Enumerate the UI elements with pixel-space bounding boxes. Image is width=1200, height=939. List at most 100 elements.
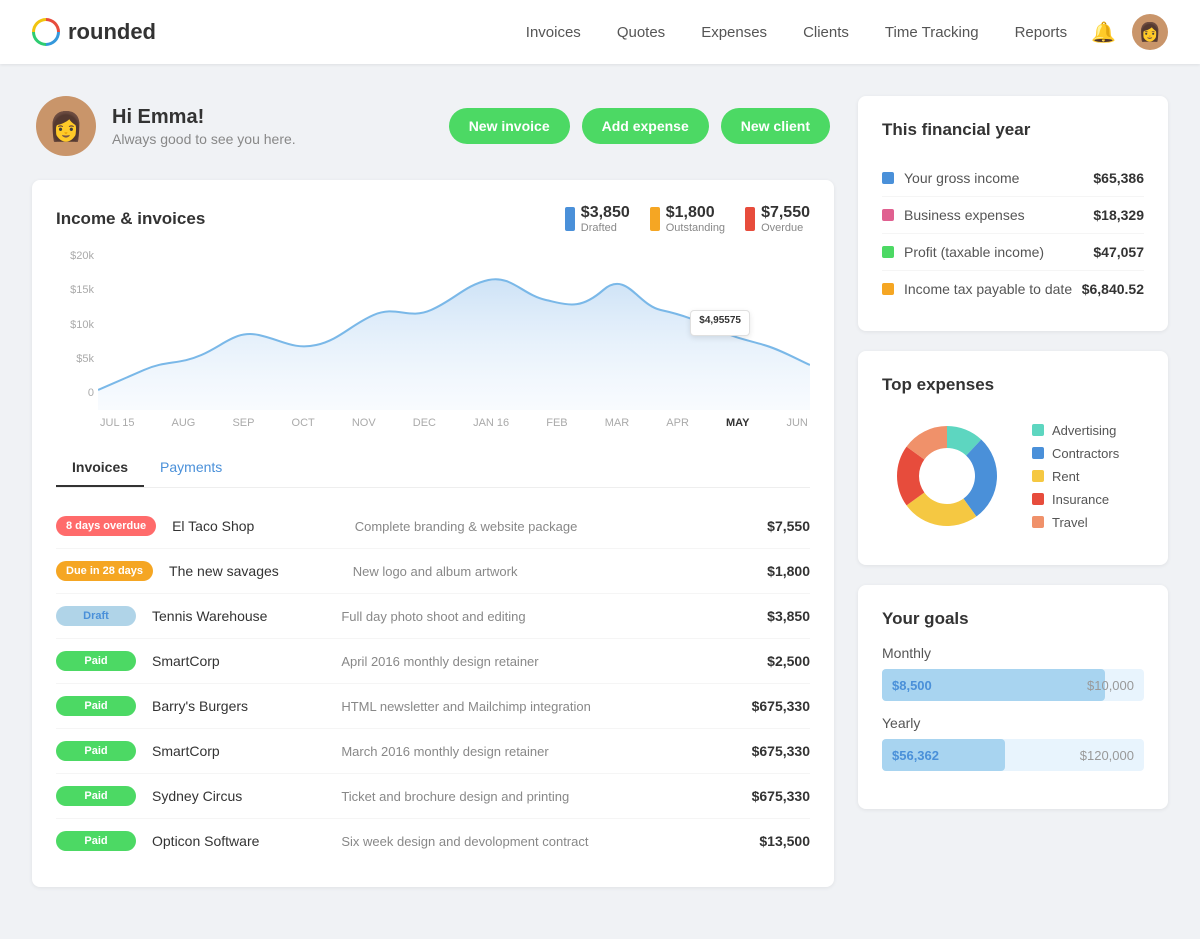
page-header: 👩 Hi Emma! Always good to see you here. … [32,96,834,156]
add-expense-button[interactable]: Add expense [582,108,709,144]
chart-legend: $3,850 Drafted $1,800 Outstanding [565,204,810,234]
nav-invoices[interactable]: Invoices [526,24,581,41]
invoice-client: El Taco Shop [172,518,355,534]
invoice-amount: $675,330 [720,698,810,714]
monthly-bar-bg: $8,500 $10,000 [882,669,1144,701]
fin-label: Business expenses [904,207,1093,223]
invoice-row[interactable]: Paid Sydney Circus Ticket and brochure d… [56,774,810,819]
x-feb: FEB [546,417,567,429]
yearly-goal: Yearly $56,362 $120,000 [882,715,1144,771]
invoice-row[interactable]: Due in 28 days The new savages New logo … [56,549,810,594]
chart-title: Income & invoices [56,209,205,229]
fin-value: $65,386 [1093,170,1144,186]
goals-title: Your goals [882,609,1144,629]
nav-expenses[interactable]: Expenses [701,24,767,41]
invoice-row[interactable]: Paid SmartCorp April 2016 monthly design… [56,639,810,684]
fin-value: $6,840.52 [1082,281,1144,297]
invoice-row[interactable]: Paid SmartCorp March 2016 monthly design… [56,729,810,774]
invoice-client: Tennis Warehouse [152,608,341,624]
yearly-period: Yearly [882,715,1144,731]
x-oct: OCT [292,417,315,429]
donut-legend-item: Insurance [1032,492,1119,507]
y-label-10k: $10k [56,319,94,331]
tab-invoices[interactable]: Invoices [56,449,144,487]
header-buttons: New invoice Add expense New client [449,108,830,144]
user-avatar-large: 👩 [36,96,96,156]
chart-container: $20k $15k $10k $5k 0 [56,250,810,429]
invoice-badge: Paid [56,786,136,806]
donut-legend-dot [1032,447,1044,459]
invoice-amount: $7,550 [720,518,810,534]
nav-quotes[interactable]: Quotes [617,24,665,41]
x-sep: SEP [232,417,254,429]
invoice-client: SmartCorp [152,653,341,669]
invoice-badge: Paid [56,651,136,671]
logo-icon [32,18,60,46]
invoice-client: SmartCorp [152,743,341,759]
fin-label: Your gross income [904,170,1093,186]
invoice-description: HTML newsletter and Mailchimp integratio… [341,699,720,714]
fin-label: Profit (taxable income) [904,244,1093,260]
donut-container: Advertising Contractors Rent Insurance T… [882,411,1144,541]
fin-value: $18,329 [1093,207,1144,223]
yearly-bar-fill: $56,362 [882,739,1005,771]
financial-year-card: This financial year Your gross income $6… [858,96,1168,331]
header-left: 👩 Hi Emma! Always good to see you here. [36,96,296,156]
greeting-text: Hi Emma! [112,106,296,129]
x-jan: JAN 16 [473,417,509,429]
nav-clients[interactable]: Clients [803,24,849,41]
legend-dot-blue [565,207,575,231]
logo[interactable]: rounded [32,18,156,46]
financial-year-title: This financial year [882,120,1144,140]
donut-legend: Advertising Contractors Rent Insurance T… [1032,423,1119,530]
x-dec: DEC [413,417,436,429]
x-mar: MAR [605,417,629,429]
fin-dot [882,209,894,221]
y-label-15k: $15k [56,284,94,296]
financial-year-row: Income tax payable to date $6,840.52 [882,271,1144,307]
legend-drafted-values: $3,850 Drafted [581,204,630,234]
monthly-period: Monthly [882,645,1144,661]
invoice-badge: Paid [56,831,136,851]
chart-y-labels: $20k $15k $10k $5k 0 [56,250,98,399]
fin-dot [882,283,894,295]
user-avatar[interactable]: 👩 [1132,14,1168,50]
invoice-row[interactable]: Paid Opticon Software Six week design an… [56,819,810,863]
monthly-goal: Monthly $8,500 $10,000 [882,645,1144,701]
chart-tooltip: $4,95575 [690,310,750,336]
invoice-row[interactable]: 8 days overdue El Taco Shop Complete bra… [56,504,810,549]
invoice-description: March 2016 monthly design retainer [341,744,720,759]
invoice-row[interactable]: Draft Tennis Warehouse Full day photo sh… [56,594,810,639]
monthly-current: $8,500 [892,678,932,693]
right-panel: This financial year Your gross income $6… [858,96,1168,907]
donut-legend-dot [1032,493,1044,505]
nav-reports[interactable]: Reports [1015,24,1068,41]
legend-outstanding-values: $1,800 Outstanding [666,204,725,234]
x-jun: JUN [786,417,807,429]
bell-icon[interactable]: 🔔 [1091,20,1116,45]
financial-year-row: Profit (taxable income) $47,057 [882,234,1144,271]
nav-time-tracking[interactable]: Time Tracking [885,24,979,41]
invoice-amount: $2,500 [720,653,810,669]
yearly-target: $120,000 [1080,748,1134,763]
invoice-description: Full day photo shoot and editing [341,609,720,624]
legend-overdue: $7,550 Overdue [745,204,810,234]
invoice-row[interactable]: Paid Barry's Burgers HTML newsletter and… [56,684,810,729]
chart-area: $4,95575 JUL 15 AUG SEP OCT NOV DEC JAN … [98,250,810,429]
invoice-description: Six week design and devolopment contract [341,834,720,849]
invoice-client: The new savages [169,563,353,579]
new-invoice-button[interactable]: New invoice [449,108,570,144]
x-may: MAY [726,417,749,429]
tab-payments[interactable]: Payments [144,449,238,487]
legend-outstanding: $1,800 Outstanding [650,204,725,234]
y-label-20k: $20k [56,250,94,262]
donut-legend-item: Contractors [1032,446,1119,461]
invoice-amount: $1,800 [720,563,810,579]
monthly-bar-fill: $8,500 [882,669,1105,701]
invoice-badge: Paid [56,696,136,716]
new-client-button[interactable]: New client [721,108,830,144]
invoice-amount: $675,330 [720,788,810,804]
financial-year-row: Your gross income $65,386 [882,160,1144,197]
income-chart-card: Income & invoices $3,850 Drafted $1,800 [32,180,834,887]
donut-legend-label: Advertising [1052,423,1116,438]
